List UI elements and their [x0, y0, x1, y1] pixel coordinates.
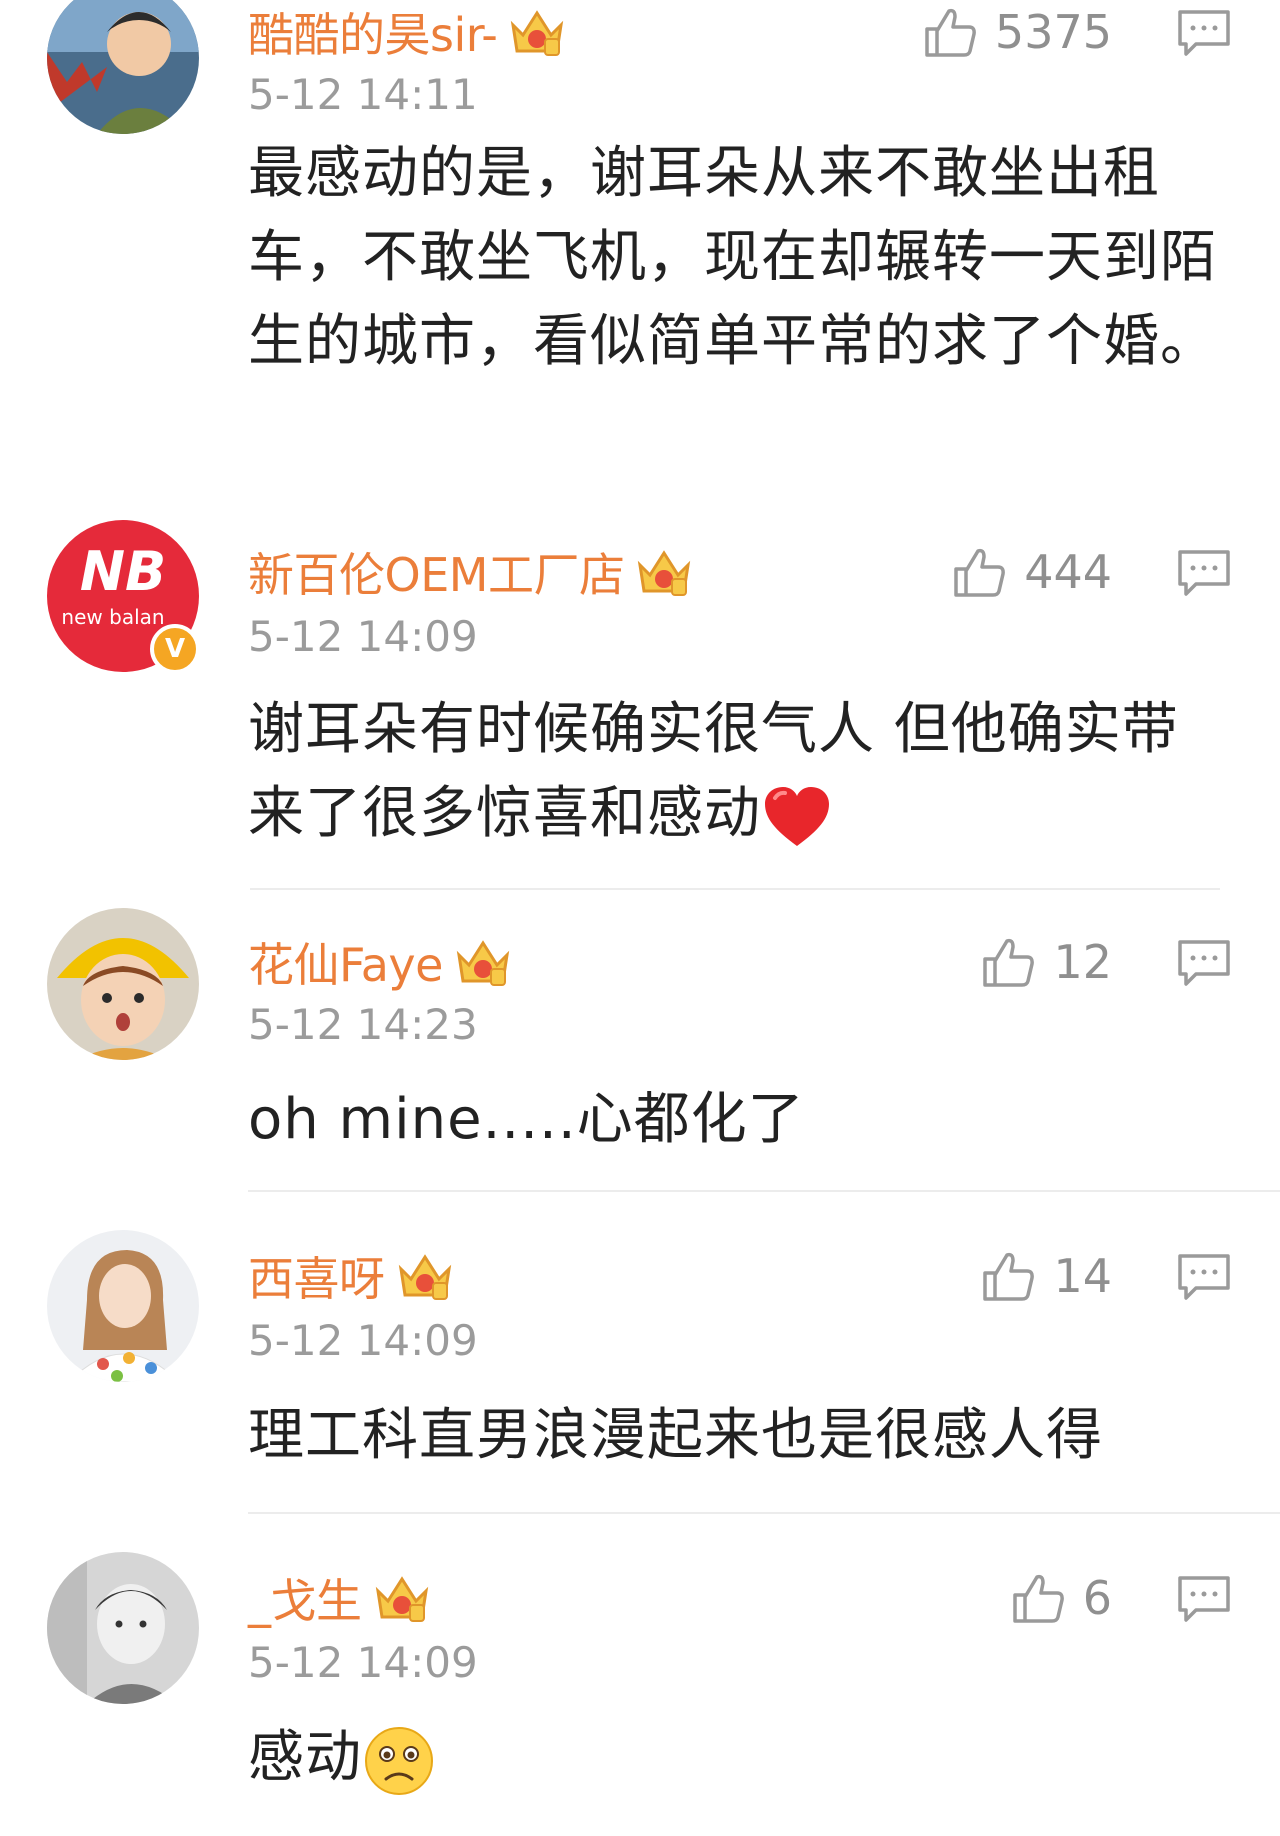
like-count: 5375: [994, 5, 1112, 59]
timestamp: 5-12 14:23: [248, 1000, 478, 1049]
username[interactable]: 花仙Faye: [248, 929, 443, 995]
comment-text: 理工科直男浪漫起来也是很感人得: [248, 1403, 1103, 1468]
reply-comment-icon[interactable]: [1176, 938, 1232, 988]
username[interactable]: 西喜呀: [248, 1243, 385, 1309]
timestamp: 5-12 14:09: [248, 1316, 478, 1365]
avatar[interactable]: [47, 0, 199, 134]
reply-comment-icon[interactable]: [1176, 1574, 1232, 1624]
heart-emoji-icon: [765, 786, 829, 846]
vip-crown-icon: [511, 10, 564, 56]
vip-crown-icon: [375, 1576, 428, 1622]
like-button[interactable]: 6: [1009, 1568, 1112, 1628]
thumb-up-icon: [983, 938, 1035, 987]
svg-text:NB: NB: [80, 540, 166, 603]
avatar[interactable]: [47, 1230, 199, 1382]
timestamp: 5-12 14:11: [248, 70, 478, 119]
svg-text:new balan: new balan: [61, 605, 164, 629]
avatar-man-bw-icon: [47, 1552, 199, 1704]
name-row: 新百伦OEM工厂店: [248, 542, 694, 602]
like-count: 14: [1053, 1249, 1112, 1303]
reply-comment-icon[interactable]: [1176, 1252, 1232, 1302]
avatar-girl-icon: [47, 1230, 199, 1382]
verified-badge: V: [150, 624, 200, 674]
comment-text-body: 感动: [248, 1725, 362, 1790]
reply-comment-icon[interactable]: [1176, 8, 1232, 58]
touched-tears-emoji-icon: [365, 1726, 433, 1795]
timestamp: 5-12 14:09: [248, 612, 478, 661]
like-count: 12: [1053, 935, 1112, 989]
avatar[interactable]: [47, 1552, 199, 1704]
name-row: _戈生: [248, 1568, 432, 1628]
reply-comment-icon[interactable]: [1176, 548, 1232, 598]
comment-text: oh mine.....心都化了: [248, 1087, 805, 1152]
comment-text-body: 谢耳朵有时候确实很气人 但他确实带来了很多惊喜和感动: [248, 697, 1179, 846]
avatar[interactable]: [47, 908, 199, 1060]
avatar-girl-yellow-hat-icon: [47, 908, 199, 1060]
avatar-boy-icon: [47, 0, 199, 134]
comment-text: 谢耳朵有时候确实很气人 但他确实带来了很多惊喜和感动: [248, 688, 1228, 856]
like-button[interactable]: 14: [979, 1246, 1112, 1306]
username[interactable]: _戈生: [248, 1565, 362, 1631]
thumb-up-icon: [1012, 1574, 1064, 1623]
like-button[interactable]: 5375: [921, 2, 1112, 62]
like-count: 444: [1024, 545, 1112, 599]
username[interactable]: 新百伦OEM工厂店: [248, 539, 625, 605]
thumb-up-icon: [925, 8, 976, 57]
timestamp: 5-12 14:09: [248, 1638, 478, 1687]
vip-crown-icon: [638, 550, 691, 596]
comment-text: 感动: [248, 1716, 1228, 1800]
thumb-up-icon: [983, 1252, 1035, 1301]
divider: [250, 888, 1220, 890]
vip-crown-icon: [456, 940, 510, 986]
comment-text: 最感动的是，谢耳朵从来不敢坐出租车，不敢坐飞机，现在却辗转一天到陌生的城市，看似…: [248, 141, 1217, 374]
like-button[interactable]: 444: [950, 542, 1112, 602]
name-row: 花仙Faye: [248, 932, 513, 992]
username[interactable]: 酷酷的昊sir-: [248, 0, 498, 65]
thumb-up-icon: [954, 548, 1006, 597]
like-count: 6: [1082, 1571, 1112, 1625]
name-row: 酷酷的昊sir-: [248, 2, 567, 62]
vip-crown-icon: [398, 1254, 451, 1300]
comment-feed: 酷酷的昊sir- 5375 5-12 14:11 最感动的是，谢耳朵从来不敢坐出…: [0, 0, 1280, 1836]
divider: [248, 1190, 1280, 1192]
name-row: 西喜呀: [248, 1246, 455, 1306]
divider: [248, 1512, 1280, 1514]
like-button[interactable]: 12: [979, 932, 1112, 992]
